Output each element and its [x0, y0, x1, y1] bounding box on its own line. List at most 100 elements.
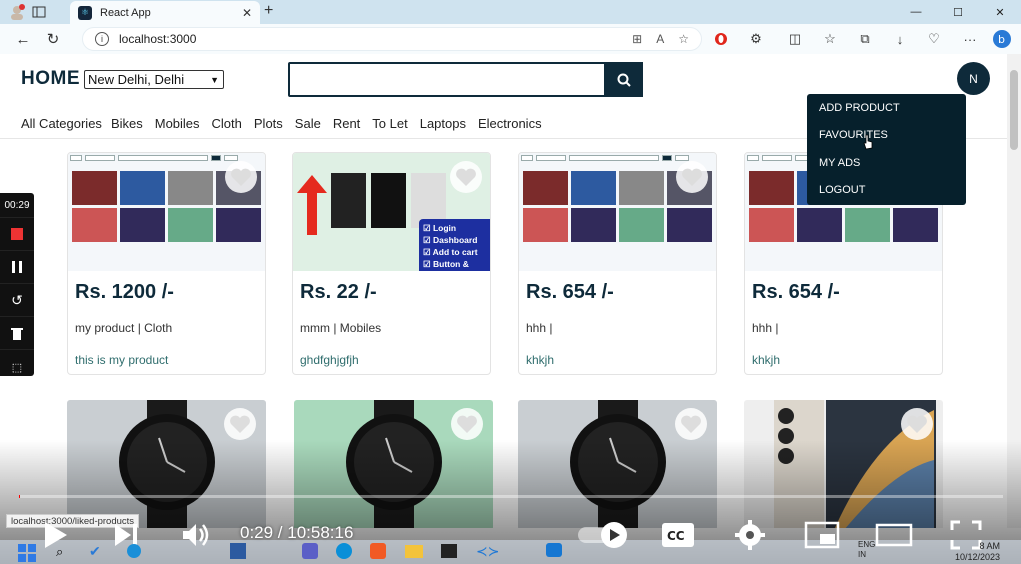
favorite-heart-icon[interactable]	[901, 408, 933, 440]
product-price: Rs. 1200 /-	[75, 281, 174, 303]
new-tab-icon[interactable]: +	[264, 2, 273, 20]
category-bikes[interactable]: Bikes	[111, 116, 143, 131]
profile-icon[interactable]	[6, 1, 28, 23]
category-nav: All Categories Bikes Mobiles Cloth Plots…	[21, 116, 554, 131]
menu-item-my-ads[interactable]: MY ADS	[807, 149, 966, 177]
restart-recording-button[interactable]: ↺	[0, 283, 34, 316]
address-toolbar: ← ↻ i localhost:3000 ⊞ A ☆ ⚙ ◫ ☆ ⧉ ↓ ♡ ·…	[0, 24, 1021, 54]
product-description: khkjh	[752, 353, 781, 367]
language-indicator[interactable]: ENG IN	[858, 540, 875, 560]
taskbar-vscode-icon[interactable]: ≺≻	[476, 543, 499, 560]
taskbar-folder-icon[interactable]	[405, 545, 423, 558]
minimize-icon[interactable]: —	[895, 0, 937, 24]
theater-icon	[875, 523, 913, 547]
progress-fill	[19, 495, 20, 498]
maximize-icon[interactable]: ☐	[937, 0, 979, 24]
close-window-icon[interactable]: ✕	[979, 0, 1021, 24]
volume-icon	[183, 524, 209, 546]
delete-recording-button[interactable]	[0, 316, 34, 349]
location-select[interactable]: New Delhi, Delhi ▼	[84, 70, 224, 89]
taskbar-search-icon[interactable]: ⌕	[56, 544, 63, 560]
refresh-icon[interactable]: ↻	[38, 24, 68, 54]
favorites-icon[interactable]: ☆	[818, 27, 842, 51]
annotate-button[interactable]: ⬚	[0, 349, 34, 385]
video-time: 0:29 / 10:58:16	[240, 523, 354, 542]
category-plots[interactable]: Plots	[254, 116, 283, 131]
favorite-heart-icon[interactable]	[675, 408, 707, 440]
category-electronics[interactable]: Electronics	[478, 116, 542, 131]
collections-icon[interactable]: ⧉	[853, 27, 877, 51]
product-title: mmm | Mobiles	[300, 321, 382, 335]
miniplayer-button[interactable]	[803, 510, 841, 560]
favorite-heart-icon[interactable]	[451, 408, 483, 440]
extensions-icon[interactable]: ⚙	[744, 27, 768, 51]
windows-start-icon[interactable]	[18, 544, 36, 562]
downloads-icon[interactable]: ↓	[888, 27, 912, 51]
category-rent[interactable]: Rent	[333, 116, 360, 131]
taskbar-app-icon[interactable]	[230, 543, 246, 559]
miniplayer-icon	[804, 521, 840, 549]
home-link[interactable]: HOME	[21, 68, 80, 90]
overlay-dashboard: Dashboard	[432, 235, 478, 245]
menu-item-logout[interactable]: LOGOUT	[807, 177, 966, 205]
search-button[interactable]	[605, 62, 643, 97]
user-avatar[interactable]: N	[957, 62, 990, 95]
category-sale[interactable]: Sale	[295, 116, 321, 131]
menu-item-favourites[interactable]: FAVOURITES	[807, 122, 966, 150]
captions-button[interactable]: CC	[660, 510, 696, 560]
product-image: ☑ Login ☑ Dashboard ☑ Add to cart ☑ Butt…	[293, 153, 490, 271]
favorite-heart-icon[interactable]	[224, 408, 256, 440]
overlay-login: Login	[432, 223, 457, 233]
address-bar[interactable]: i localhost:3000 ⊞ A ☆	[82, 27, 702, 51]
react-favicon-icon: ⚛	[78, 5, 92, 20]
bing-copilot-icon[interactable]: b	[990, 27, 1014, 51]
taskbar-teams-icon[interactable]	[302, 543, 318, 559]
autoplay-toggle[interactable]	[576, 510, 632, 560]
menu-item-add-product[interactable]: ADD PRODUCT	[807, 94, 966, 122]
info-icon[interactable]: i	[95, 32, 109, 46]
category-laptops[interactable]: Laptops	[420, 116, 466, 131]
product-card[interactable]: Rs. 1200 /- my product | Cloth this is m…	[67, 152, 266, 375]
taskbar-todo-icon[interactable]: ✔	[89, 543, 101, 560]
search-input[interactable]	[288, 62, 606, 97]
more-menu-icon[interactable]: ···	[958, 27, 982, 51]
product-description: khkjh	[526, 353, 555, 367]
read-aloud-icon[interactable]: A	[656, 32, 664, 46]
clock-date: 10/12/2023	[955, 552, 1001, 562]
stop-recording-button[interactable]	[0, 217, 34, 250]
category-all[interactable]: All Categories	[21, 116, 102, 131]
split-screen-icon[interactable]: ◫	[783, 27, 807, 51]
favorite-heart-icon[interactable]	[225, 161, 257, 193]
theater-mode-button[interactable]	[874, 510, 914, 560]
settings-button[interactable]	[732, 510, 768, 560]
taskbar-clock[interactable]: 8 AM 10/12/2023	[955, 541, 1000, 563]
favorite-heart-icon[interactable]	[450, 161, 482, 193]
volume-button[interactable]	[176, 510, 216, 560]
taskbar-terminal-icon[interactable]	[441, 544, 457, 558]
browser-essentials-icon[interactable]: ♡	[922, 27, 946, 51]
tab-actions-icon[interactable]	[28, 1, 50, 23]
product-card[interactable]: Rs. 654 /- hhh | khkjh	[518, 152, 717, 375]
back-icon[interactable]: ←	[8, 24, 38, 54]
search-icon	[617, 73, 631, 87]
category-cloth[interactable]: Cloth	[212, 116, 242, 131]
pause-recording-button[interactable]	[0, 250, 34, 283]
close-tab-icon[interactable]: ✕	[242, 6, 252, 20]
taskbar-edge-icon[interactable]	[127, 544, 141, 558]
product-image	[68, 153, 265, 271]
video-progress-bar[interactable]	[19, 495, 1003, 498]
taskbar-zoom-icon[interactable]	[546, 543, 562, 557]
category-to-let[interactable]: To Let	[372, 116, 407, 131]
favorite-star-icon[interactable]: ☆	[678, 32, 689, 46]
taskbar-brave-icon[interactable]	[370, 543, 386, 559]
scrollbar-thumb[interactable]	[1010, 70, 1018, 150]
browser-tab-react-app[interactable]: ⚛ React App ✕	[70, 1, 260, 24]
favorite-heart-icon[interactable]	[676, 161, 708, 193]
svg-text:CC: CC	[667, 529, 685, 543]
opera-extension-icon[interactable]	[709, 27, 733, 51]
category-mobiles[interactable]: Mobiles	[155, 116, 200, 131]
product-card[interactable]: ☑ Login ☑ Dashboard ☑ Add to cart ☑ Butt…	[292, 152, 491, 375]
svg-text:b: b	[998, 33, 1005, 46]
taskbar-skype-icon[interactable]	[336, 543, 352, 559]
app-available-icon[interactable]: ⊞	[632, 32, 642, 46]
